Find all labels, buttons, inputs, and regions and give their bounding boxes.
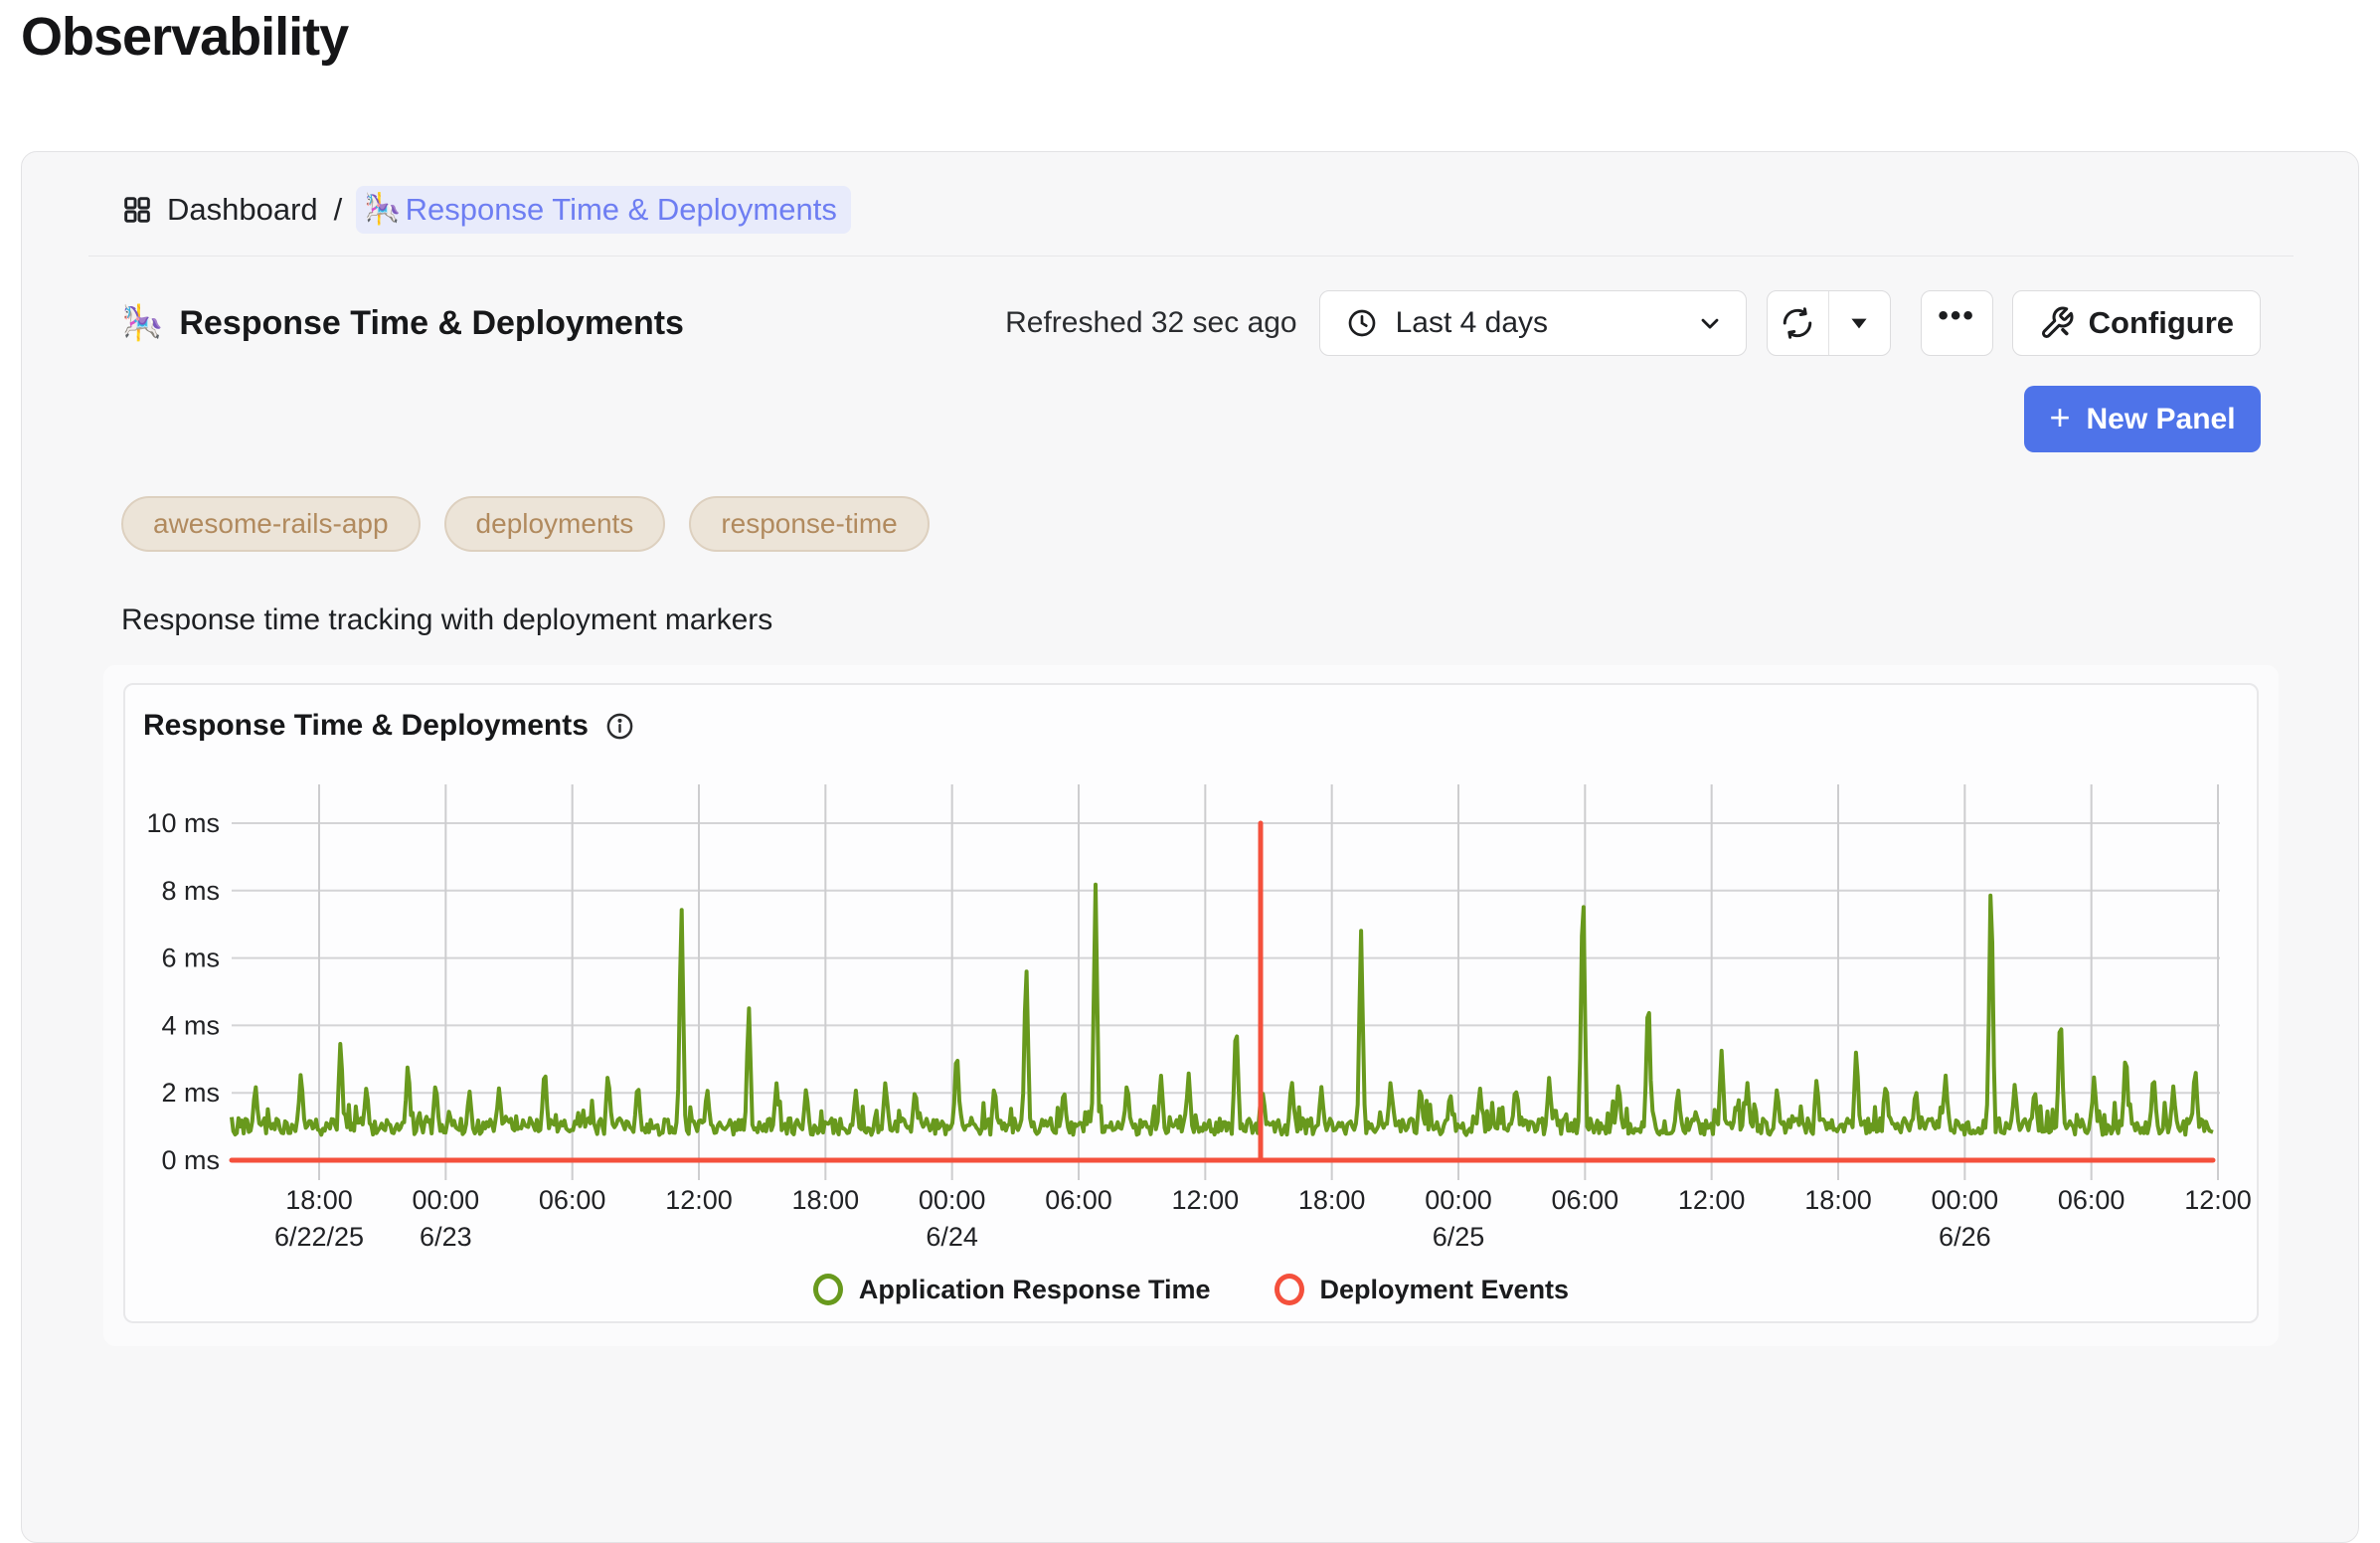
legend-item-deployments[interactable]: Deployment Events [1275,1274,1570,1305]
svg-text:6/26: 6/26 [1939,1222,1991,1252]
configure-button[interactable]: Configure [2012,290,2261,356]
svg-text:6/24: 6/24 [926,1222,978,1252]
svg-text:6/22/25: 6/22/25 [274,1222,364,1252]
tools-icon [2039,305,2075,341]
more-options-button[interactable]: ••• [1921,290,1993,356]
refresh-button[interactable] [1768,291,1828,355]
svg-text:6/23: 6/23 [420,1222,472,1252]
new-panel-row: + New Panel [121,386,2261,452]
carousel-emoji-icon: 🎠 [364,195,401,225]
svg-text:12:00: 12:00 [2184,1185,2252,1215]
chart-canvas[interactable]: 0 ms 2 ms 4 ms 6 ms 8 ms 10 ms 18:00 6/22/25 00:… [125,774,2262,1277]
legend-item-response-time[interactable]: Application Response Time [813,1274,1211,1305]
configure-label: Configure [2089,305,2234,341]
chart-title-row: Response Time & Deployments [143,709,635,743]
svg-text:00:00: 00:00 [1425,1185,1492,1215]
svg-text:06:00: 06:00 [1045,1185,1112,1215]
breadcrumb-current-label: Response Time & Deployments [406,192,837,228]
legend-marker-green [813,1274,843,1305]
svg-text:00:00: 00:00 [919,1185,986,1215]
breadcrumb-dashboard-label: Dashboard [167,192,318,228]
svg-text:10 ms: 10 ms [146,808,220,838]
svg-text:6 ms: 6 ms [161,943,220,973]
chevron-down-icon [1696,309,1724,337]
legend-label: Application Response Time [859,1275,1211,1305]
svg-text:12:00: 12:00 [665,1185,733,1215]
tag-pill-deployments[interactable]: deployments [444,496,666,552]
svg-text:12:00: 12:00 [1678,1185,1746,1215]
dashboard-card: Dashboard / 🎠 Response Time & Deployment… [21,151,2359,1543]
svg-text:0 ms: 0 ms [161,1145,220,1175]
svg-text:18:00: 18:00 [1298,1185,1366,1215]
info-icon[interactable] [604,711,635,742]
refreshed-status: Refreshed 32 sec ago [1005,306,1297,340]
refresh-split-button [1767,290,1891,356]
svg-text:8 ms: 8 ms [161,876,220,906]
refresh-options-button[interactable] [1829,291,1890,355]
breadcrumb-dashboard-link[interactable]: Dashboard / [167,192,342,228]
panel-description: Response time tracking with deployment m… [121,603,2261,637]
breadcrumb-current-chip[interactable]: 🎠 Response Time & Deployments [356,186,851,234]
svg-text:00:00: 00:00 [413,1185,480,1215]
svg-text:4 ms: 4 ms [161,1010,220,1040]
svg-text:2 ms: 2 ms [161,1078,220,1108]
tag-pill-response-time[interactable]: response-time [689,496,929,552]
plus-icon: + [2049,400,2070,435]
chart-legend: Application Response Time Deployment Eve… [125,1274,2257,1305]
triangle-down-icon [1846,310,1872,336]
svg-text:06:00: 06:00 [1552,1185,1619,1215]
svg-text:6/25: 6/25 [1433,1222,1485,1252]
panel-heading-title: Response Time & Deployments [179,304,684,343]
header-divider [88,256,2294,257]
refresh-icon [1781,306,1814,340]
new-panel-label: New Panel [2086,403,2235,436]
breadcrumb: Dashboard / 🎠 Response Time & Deployment… [121,188,2261,232]
svg-text:18:00: 18:00 [1804,1185,1872,1215]
clock-icon [1346,307,1378,339]
breadcrumb-separator: / [334,192,343,228]
chart-card: Response Time & Deployments 0 ms 2 ms 4 ms… [123,683,2259,1323]
carousel-emoji-icon: 🎠 [121,306,163,340]
tags-row: awesome-rails-app deployments response-tim… [121,496,2261,552]
panel-heading: 🎠 Response Time & Deployments [121,304,684,343]
chart-title: Response Time & Deployments [143,709,589,743]
tag-pill-awesome-rails-app[interactable]: awesome-rails-app [121,496,421,552]
new-panel-button[interactable]: + New Panel [2024,386,2261,452]
page-title: Observability [21,6,348,68]
time-range-select[interactable]: Last 4 days [1319,290,1747,356]
svg-text:06:00: 06:00 [2058,1185,2125,1215]
svg-text:06:00: 06:00 [539,1185,606,1215]
legend-label: Deployment Events [1320,1275,1570,1305]
time-range-value: Last 4 days [1396,306,1678,340]
svg-text:18:00: 18:00 [792,1185,860,1215]
panel-header-row: 🎠 Response Time & Deployments Refreshed … [121,290,2261,356]
svg-text:00:00: 00:00 [1932,1185,1999,1215]
svg-text:12:00: 12:00 [1172,1185,1240,1215]
svg-text:18:00: 18:00 [285,1185,353,1215]
chart-panel-outer: Response Time & Deployments 0 ms 2 ms 4 ms… [103,665,2279,1346]
dashboard-grid-icon [121,194,153,226]
legend-marker-red [1275,1274,1304,1305]
